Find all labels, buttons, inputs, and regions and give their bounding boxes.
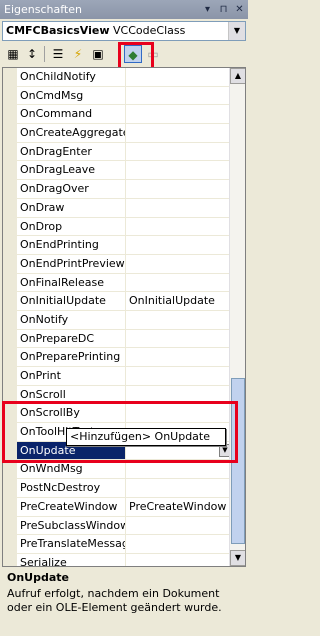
row-value[interactable] bbox=[126, 124, 231, 142]
row-name: OnDrop bbox=[17, 217, 126, 236]
events-icon[interactable]: ⚡ bbox=[69, 45, 87, 63]
toolbar-divider bbox=[44, 46, 45, 62]
grid-row[interactable]: PreCreateWindow PreCreateWindow bbox=[17, 497, 231, 517]
row-name: OnDraw bbox=[17, 198, 126, 217]
grid-row[interactable]: OnCreateAggregates bbox=[17, 124, 231, 143]
row-name: PreSubclassWindow bbox=[17, 516, 126, 535]
row-value[interactable] bbox=[126, 68, 231, 86]
row-value[interactable] bbox=[126, 460, 231, 478]
chevron-down-icon[interactable]: ▼ bbox=[228, 22, 245, 40]
row-value[interactable] bbox=[126, 554, 231, 566]
row-name: OnCmdMsg bbox=[17, 86, 126, 105]
alphabetical-icon[interactable]: ↕ bbox=[23, 45, 41, 63]
row-value[interactable] bbox=[126, 105, 231, 123]
grid-row[interactable]: OnDragOver bbox=[17, 180, 231, 199]
scroll-down-icon[interactable]: ▼ bbox=[230, 550, 245, 566]
grid-row[interactable]: OnDraw bbox=[17, 198, 231, 218]
window-titlebar: Eigenschaften ▾ ⊓ ✕ bbox=[0, 0, 248, 19]
row-name: OnDragOver bbox=[17, 180, 126, 198]
grid-row[interactable]: PostNcDestroy bbox=[17, 479, 231, 498]
row-name: PostNcDestroy bbox=[17, 479, 126, 497]
grid-row[interactable]: OnWndMsg bbox=[17, 460, 231, 480]
row-value[interactable] bbox=[126, 367, 231, 385]
scroll-up-icon[interactable]: ▲ bbox=[230, 68, 245, 84]
categorized-icon[interactable]: ▦ bbox=[4, 45, 22, 63]
dropdown-icon[interactable]: ▾ bbox=[202, 0, 213, 19]
object-name: CMFCBasicsView bbox=[6, 24, 110, 37]
row-name: PreTranslateMessage bbox=[17, 535, 126, 553]
row-name: OnWndMsg bbox=[17, 460, 126, 479]
properties-icon[interactable]: ☰ bbox=[49, 45, 67, 63]
row-value[interactable] bbox=[126, 535, 231, 553]
row-name: OnPrepareDC bbox=[17, 329, 126, 348]
grid-row[interactable]: PreSubclassWindow bbox=[17, 516, 231, 536]
row-name: OnCreateAggregates bbox=[17, 124, 126, 142]
grid-row[interactable]: OnInitialUpdate OnInitialUpdate bbox=[17, 292, 231, 311]
window-title: Eigenschaften bbox=[4, 3, 82, 16]
pin-icon[interactable]: ⊓ bbox=[218, 0, 229, 19]
grid-row[interactable]: OnDragLeave bbox=[17, 161, 231, 181]
grid-row[interactable]: OnCommand bbox=[17, 105, 231, 125]
row-value-text: OnInitialUpdate bbox=[129, 294, 215, 308]
row-value[interactable] bbox=[126, 348, 231, 366]
object-type: VCCodeClass bbox=[113, 24, 186, 37]
grid-row[interactable]: OnChildNotify bbox=[17, 68, 231, 87]
row-value[interactable] bbox=[126, 161, 231, 179]
grid-row[interactable]: PreTranslateMessage bbox=[17, 535, 231, 554]
grid-row[interactable]: OnPreparePrinting bbox=[17, 348, 231, 367]
description-title: OnUpdate bbox=[7, 571, 70, 584]
description-panel: OnUpdate Aufruf erfolgt, nachdem ein Dok… bbox=[2, 568, 246, 634]
row-name: PreCreateWindow bbox=[17, 497, 126, 516]
messages-icon[interactable]: ▣ bbox=[89, 45, 107, 63]
row-name: OnNotify bbox=[17, 310, 126, 329]
row-value-text: PreCreateWindow bbox=[129, 499, 227, 513]
grid-row[interactable]: OnPrint bbox=[17, 367, 231, 386]
row-name: OnEndPrinting bbox=[17, 236, 126, 254]
row-name: OnEndPrintPreview bbox=[17, 254, 126, 273]
row-name: OnChildNotify bbox=[17, 68, 126, 86]
row-name: OnPrint bbox=[17, 367, 126, 385]
row-value[interactable] bbox=[126, 517, 231, 535]
row-value[interactable]: OnInitialUpdate bbox=[126, 292, 231, 310]
description-text: Aufruf erfolgt, nachdem ein Dokument ode… bbox=[7, 587, 222, 614]
row-name: OnFinalRelease bbox=[17, 273, 126, 292]
row-value[interactable] bbox=[126, 87, 231, 105]
row-name: OnDragEnter bbox=[17, 142, 126, 161]
object-selector[interactable]: CMFCBasicsView VCCodeClass ▼ bbox=[2, 21, 246, 41]
row-value[interactable] bbox=[126, 199, 231, 217]
row-value[interactable] bbox=[126, 479, 231, 497]
row-value[interactable]: PreCreateWindow bbox=[126, 498, 231, 516]
property-grid: OnChildNotify OnCmdMsg OnCommand OnCreateAg… bbox=[2, 67, 246, 567]
grid-row[interactable]: OnDragEnter bbox=[17, 142, 231, 162]
row-value[interactable] bbox=[126, 143, 231, 161]
grid-row[interactable]: OnCmdMsg bbox=[17, 86, 231, 106]
row-value[interactable] bbox=[126, 274, 231, 292]
onupdate-highlight-box bbox=[2, 401, 238, 463]
grid-row[interactable]: OnPrepareDC bbox=[17, 329, 231, 349]
grid-row[interactable]: OnEndPrintPreview bbox=[17, 254, 231, 274]
row-name: OnCommand bbox=[17, 105, 126, 124]
vertical-scrollbar[interactable]: ▲ ▼ bbox=[229, 68, 245, 566]
row-name: Serialize bbox=[17, 553, 126, 566]
row-value[interactable] bbox=[126, 218, 231, 236]
close-icon[interactable]: ✕ bbox=[234, 0, 245, 19]
grid-gutter bbox=[3, 68, 17, 566]
row-name: OnInitialUpdate bbox=[17, 292, 126, 310]
row-value[interactable] bbox=[126, 311, 231, 329]
grid-row[interactable]: OnDrop bbox=[17, 217, 231, 237]
row-value[interactable] bbox=[126, 236, 231, 254]
row-value[interactable] bbox=[126, 255, 231, 273]
row-name: OnPreparePrinting bbox=[17, 348, 126, 366]
grid-row[interactable]: OnEndPrinting bbox=[17, 236, 231, 255]
grid-row[interactable]: OnFinalRelease bbox=[17, 273, 231, 293]
row-value[interactable] bbox=[126, 180, 231, 198]
row-value[interactable] bbox=[126, 330, 231, 348]
window-controls: ▾ ⊓ ✕ bbox=[202, 0, 245, 19]
row-name: OnDragLeave bbox=[17, 161, 126, 180]
property-rows: OnChildNotify OnCmdMsg OnCommand OnCreateAg… bbox=[17, 68, 231, 566]
grid-row[interactable]: OnNotify bbox=[17, 310, 231, 330]
grid-row[interactable]: Serialize bbox=[17, 553, 231, 566]
